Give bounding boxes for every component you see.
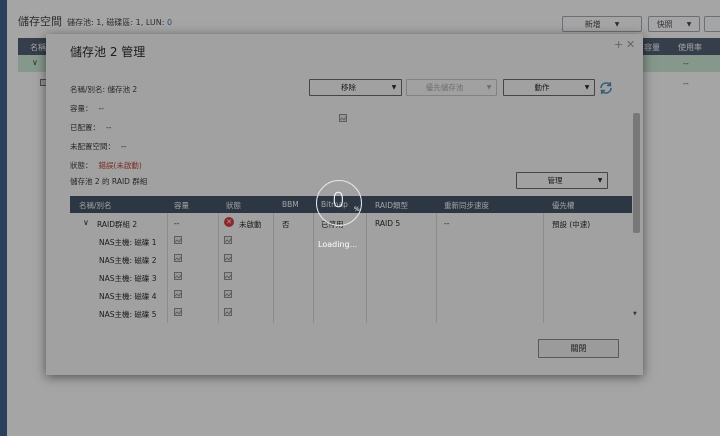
loading-text: Loading... bbox=[318, 240, 358, 249]
loading-progress-unit: % bbox=[354, 206, 360, 213]
loading-progress-value: 0 bbox=[332, 188, 345, 212]
